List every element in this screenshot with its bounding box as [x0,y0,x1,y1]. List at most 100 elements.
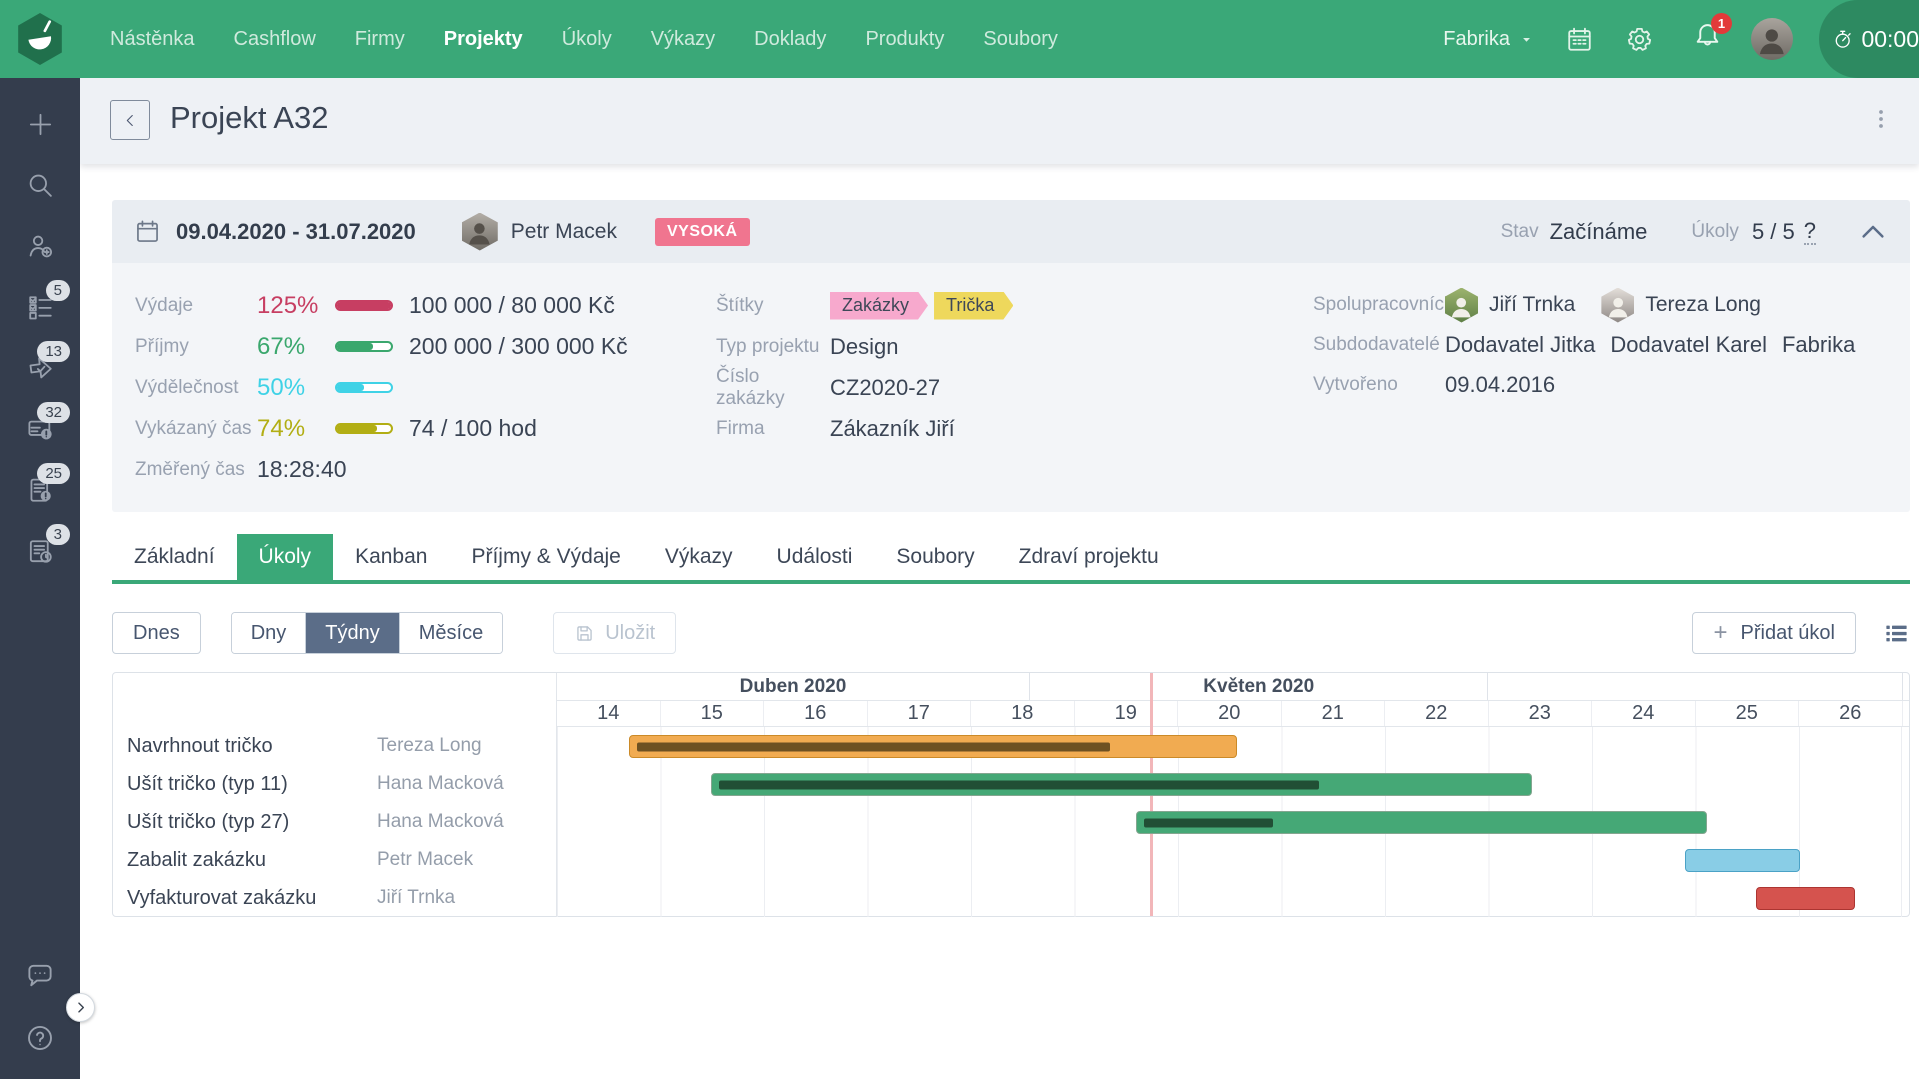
page-title: Projekt A32 [170,100,329,136]
notifications-button[interactable]: 1 [1692,21,1723,57]
owner-avatar [462,213,498,251]
sidebar-item-document-alert[interactable]: 25 [0,460,80,521]
nav-item-cashflow[interactable]: Cashflow [234,28,316,51]
stat-value: 18:28:40 [257,456,347,483]
tab--koly[interactable]: Úkoly [237,534,334,580]
gantt-task-row[interactable]: Ušít tričko (typ 11)Hana Macková [113,765,1909,803]
tab-soubory[interactable]: Soubory [874,534,996,580]
sidebar-item-plus[interactable] [0,94,80,155]
chat-icon[interactable] [25,961,55,991]
gantt-week-cell: 26 [1799,701,1903,726]
calendar-icon[interactable] [1565,25,1594,54]
chevron-up-icon[interactable] [1858,217,1888,247]
company-label: Firma [716,418,830,440]
gantt-bar[interactable] [1756,887,1855,910]
gantt-bar[interactable] [1136,811,1707,834]
sidebar-item-card-alert[interactable]: 32 [0,399,80,460]
tab-p-jmy-v-daje[interactable]: Příjmy & Výdaje [449,534,642,580]
gantt-bar[interactable] [711,773,1532,796]
sidebar-item-approve-arrow[interactable]: 13 [0,338,80,399]
task-name[interactable]: Navrhnout tričko [113,735,377,758]
task-name[interactable]: Ušít tričko (typ 11) [113,773,377,796]
subcontractor-name: Fabrika [1782,332,1855,357]
calendar-icon [134,218,161,245]
stat-percent: 67% [257,333,335,361]
sidebar-item-checklist[interactable]: 5 [0,277,80,338]
timer-widget[interactable]: 00:00 [1819,0,1919,78]
tab-kanban[interactable]: Kanban [333,534,449,580]
collaborator-name: Jiří Trnka [1489,293,1575,317]
caret-down-icon [1519,32,1534,47]
gantt-task-row[interactable]: Vyfakturovat zakázkuJiří Trnka [113,879,1909,917]
project-date-range: 09.04.2020 - 31.07.2020 [176,219,416,245]
task-assignee: Jiří Trnka [377,887,455,909]
tab-v-kazy[interactable]: Výkazy [643,534,755,580]
view-switcher: DnyTýdnyMěsíce [231,612,504,654]
subcontractors-label: Subdodavatelé [1313,334,1445,356]
nav-item-firmy[interactable]: Firmy [355,28,405,51]
gantt-task-row[interactable]: Ušít tričko (typ 27)Hana Macková [113,803,1909,841]
tag-trička[interactable]: Trička [934,292,1013,320]
gantt-week-cell: 17 [868,701,972,726]
gantt-week-cell: 22 [1385,701,1489,726]
user-avatar[interactable] [1751,18,1793,60]
view-button-týdny[interactable]: Týdny [305,613,398,653]
nav-item-nástěnka[interactable]: Nástěnka [110,28,195,51]
plus-icon: + [1713,623,1727,643]
sidebar-item-person-add[interactable] [0,216,80,277]
sidebar-expand-button[interactable] [66,993,95,1022]
tags: ZakázkyTrička [830,292,1013,320]
help-icon[interactable] [25,1023,55,1053]
tab-zdrav-projektu[interactable]: Zdraví projektu [997,534,1181,580]
tab-ud-losti[interactable]: Události [755,534,875,580]
gantt-body: Navrhnout tričkoTereza LongUšít tričko (… [113,727,1909,917]
app-logo[interactable] [0,0,80,78]
gantt-month-cell: Duben 2020 [557,673,1030,700]
gantt-bar[interactable] [1685,849,1800,872]
gear-icon[interactable] [1625,25,1654,54]
kebab-menu-icon[interactable] [1869,106,1893,132]
view-button-dny[interactable]: Dny [232,613,306,653]
nav-item-produkty[interactable]: Produkty [865,28,944,51]
gantt-chart: Duben 2020Květen 2020 141516171819202122… [112,672,1910,917]
stat-progress-bar [335,382,393,393]
gantt-week-cell: 18 [971,701,1075,726]
status-label: Stav [1501,221,1539,243]
tag-zakázky[interactable]: Zakázky [830,292,928,320]
project-info-body: Výdaje125%100 000 / 80 000 KčPříjmy67%20… [112,263,1910,512]
view-button-měsíce[interactable]: Měsíce [399,613,502,653]
stat-row: Vykázaný čas74%74 / 100 hod [135,408,716,449]
nav-item-soubory[interactable]: Soubory [983,28,1058,51]
gantt-task-row[interactable]: Zabalit zakázkuPetr Macek [113,841,1909,879]
tabs-underline [112,580,1910,584]
collaborator: Jiří Trnka [1445,288,1575,323]
nav-item-doklady[interactable]: Doklady [754,28,826,51]
sidebar: 51332253 [0,78,80,1079]
tasks-help[interactable]: ? [1804,219,1816,245]
gantt-bar[interactable] [629,735,1237,758]
status-value[interactable]: Začínáme [1550,219,1648,245]
gantt-track [556,727,1909,765]
type-label: Typ projektu [716,336,830,358]
task-list-view-icon[interactable] [1883,620,1910,647]
sidebar-item-document-clock[interactable]: 3 [0,521,80,582]
tab-z-kladn-[interactable]: Základní [112,534,237,580]
project-stats-column: Výdaje125%100 000 / 80 000 KčPříjmy67%20… [112,285,716,512]
task-name[interactable]: Vyfakturovat zakázku [113,887,377,910]
add-task-button[interactable]: + Přidat úkol [1692,612,1856,654]
task-name[interactable]: Zabalit zakázku [113,849,377,872]
save-button[interactable]: Uložit [553,612,676,654]
back-button[interactable] [110,100,150,140]
today-button[interactable]: Dnes [112,612,201,654]
nav-item-úkoly[interactable]: Úkoly [562,28,612,51]
task-name[interactable]: Ušít tričko (typ 27) [113,811,377,834]
order-label: Číslo zakázky [716,366,830,410]
stat-progress-bar [335,300,393,311]
account-menu[interactable]: Fabrika [1443,28,1534,51]
subcontractors: Dodavatel JitkaDodavatel KarelFabrika [1445,332,1870,358]
gantt-task-row[interactable]: Navrhnout tričkoTereza Long [113,727,1909,765]
nav-item-projekty[interactable]: Projekty [444,28,523,51]
sidebar-item-search[interactable] [0,155,80,216]
nav-item-výkazy[interactable]: Výkazy [651,28,715,51]
app: Nástěnka Cashflow Firmy Projekty Úkoly Výkazy… [0,0,1919,1079]
